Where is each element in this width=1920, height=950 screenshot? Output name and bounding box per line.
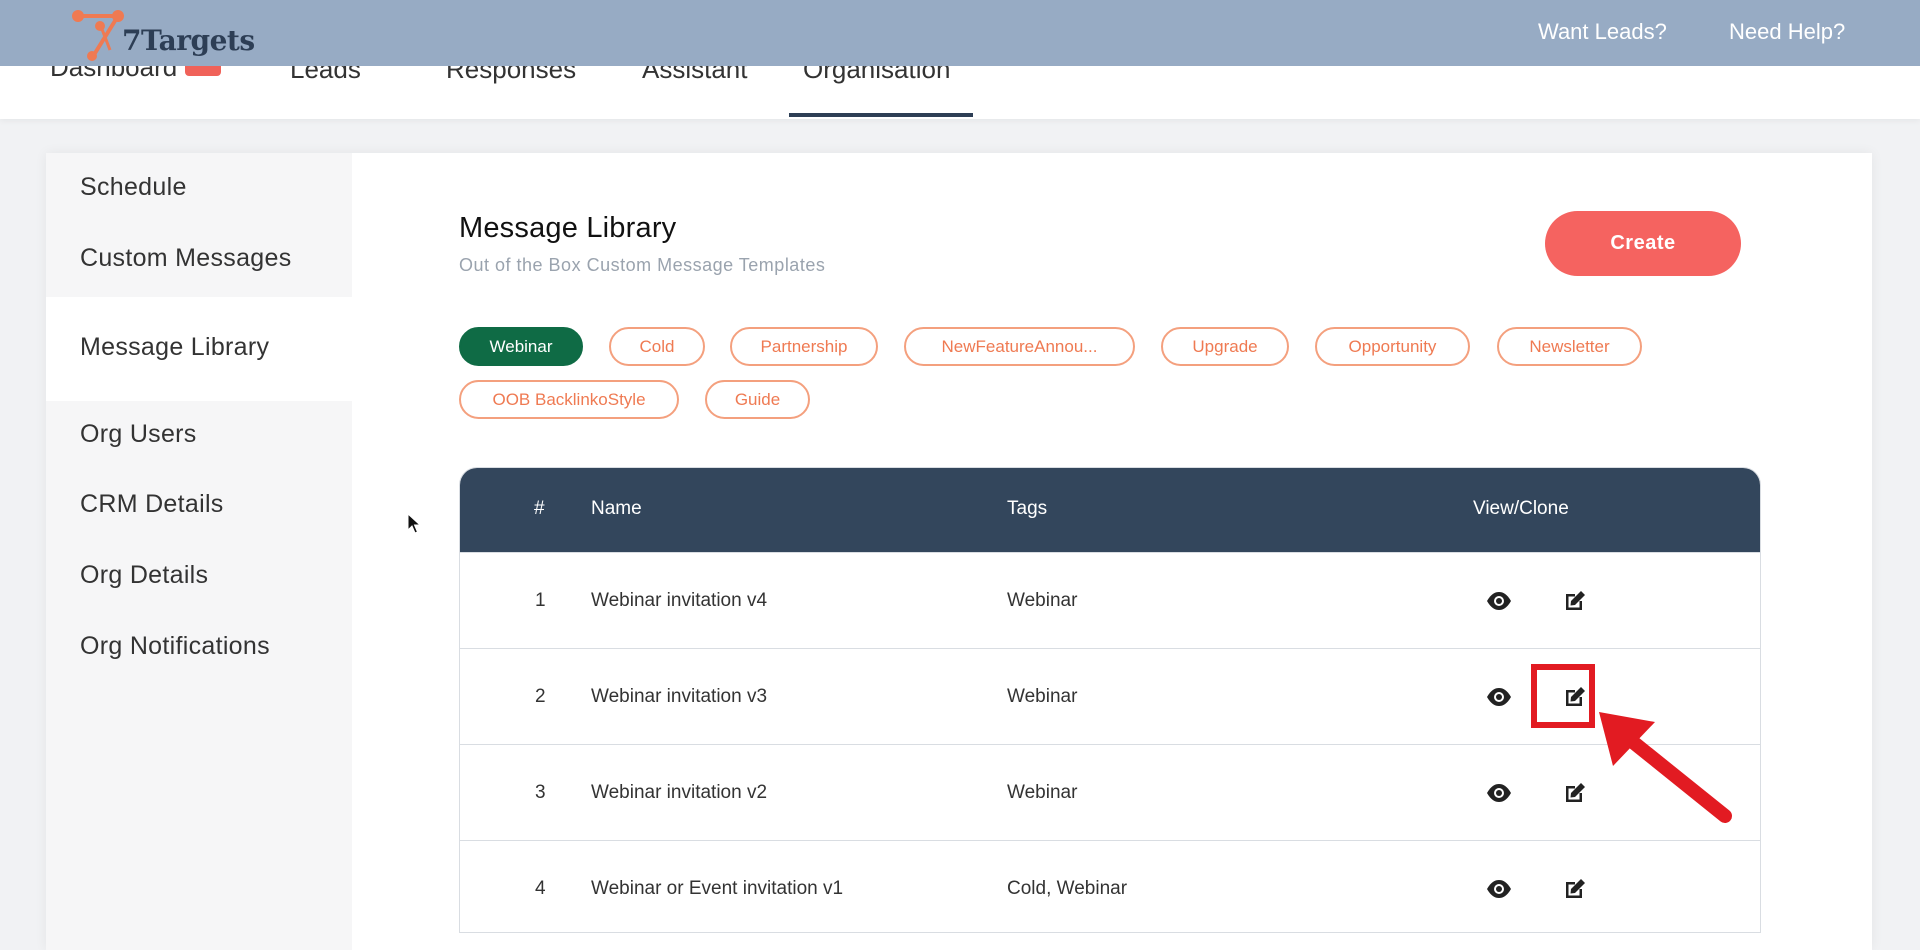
column-header-name[interactable]: Name	[591, 498, 642, 520]
row-number: 2	[535, 686, 546, 707]
row-number: 4	[535, 878, 546, 899]
sidebar: Schedule Custom Messages Message Library…	[46, 153, 352, 950]
tag-upgrade[interactable]: Upgrade	[1161, 327, 1289, 366]
table-row: 1 Webinar invitation v4 Webinar	[460, 552, 1760, 648]
edit-icon[interactable]	[1562, 876, 1588, 902]
column-header-tags: Tags	[1007, 498, 1048, 519]
table-row: 4 Webinar or Event invitation v1 Cold, W…	[460, 840, 1760, 932]
sidebar-item-schedule[interactable]: Schedule	[80, 173, 187, 202]
main-nav: Dashboard Leads Responses Assistant Orga…	[0, 52, 1920, 119]
need-help-link[interactable]: Need Help?	[1729, 19, 1845, 45]
tag-partnership[interactable]: Partnership	[730, 327, 878, 366]
row-name: Webinar invitation v4	[591, 590, 768, 611]
logo-text: 7Targets	[122, 24, 255, 57]
eye-icon[interactable]	[1486, 780, 1512, 806]
eye-icon[interactable]	[1486, 588, 1512, 614]
edit-icon[interactable]	[1562, 588, 1588, 614]
column-header-view-clone: View/Clone	[1473, 498, 1569, 519]
row-name: Webinar invitation v2	[591, 782, 768, 803]
annotation-arrow-icon	[1599, 712, 1732, 823]
row-number: 3	[535, 782, 546, 803]
sidebar-item-org-details[interactable]: Org Details	[80, 561, 208, 590]
table-header: # Name Tags View/Clone	[460, 468, 1760, 552]
create-button[interactable]: Create	[1545, 211, 1741, 276]
tag-webinar[interactable]: Webinar	[459, 327, 583, 366]
tag-oob-backlinkostyle[interactable]: OOB BacklinkoStyle	[459, 380, 679, 419]
eye-icon[interactable]	[1486, 876, 1512, 902]
logo-icon	[72, 10, 124, 61]
row-name: Webinar invitation v3	[591, 686, 768, 707]
table-row: 3 Webinar invitation v2 Webinar	[460, 744, 1760, 840]
row-tags: Webinar	[1007, 686, 1078, 707]
row-tags: Cold, Webinar	[1007, 878, 1128, 899]
want-leads-link[interactable]: Want Leads?	[1538, 19, 1667, 45]
sidebar-item-crm-details[interactable]: CRM Details	[80, 490, 224, 519]
row-tags: Webinar	[1007, 782, 1078, 803]
sidebar-item-custom-messages[interactable]: Custom Messages	[80, 244, 292, 273]
sidebar-item-message-library[interactable]: Message Library	[80, 333, 269, 362]
tag-newfeature[interactable]: NewFeatureAnnou...	[904, 327, 1135, 366]
tag-cold[interactable]: Cold	[609, 327, 705, 366]
row-number: 1	[535, 590, 546, 611]
column-header-number: #	[534, 498, 545, 519]
tag-opportunity[interactable]: Opportunity	[1315, 327, 1470, 366]
active-tab-indicator	[789, 113, 973, 117]
logo[interactable]: 7Targets	[70, 6, 255, 62]
sidebar-item-org-notifications[interactable]: Org Notifications	[80, 632, 270, 661]
annotation-highlight-box	[1531, 664, 1595, 728]
eye-icon[interactable]	[1486, 684, 1512, 710]
page-title: Message Library	[459, 212, 677, 244]
mouse-cursor-icon	[407, 513, 421, 534]
page-subtitle: Out of the Box Custom Message Templates	[459, 255, 826, 275]
edit-icon[interactable]	[1562, 780, 1588, 806]
row-name: Webinar or Event invitation v1	[591, 878, 844, 899]
top-header: 7Targets Want Leads? Need Help?	[0, 0, 1920, 66]
tag-newsletter[interactable]: Newsletter	[1497, 327, 1642, 366]
row-tags: Webinar	[1007, 590, 1078, 611]
tag-guide[interactable]: Guide	[705, 380, 810, 419]
sidebar-item-org-users[interactable]: Org Users	[80, 420, 197, 449]
